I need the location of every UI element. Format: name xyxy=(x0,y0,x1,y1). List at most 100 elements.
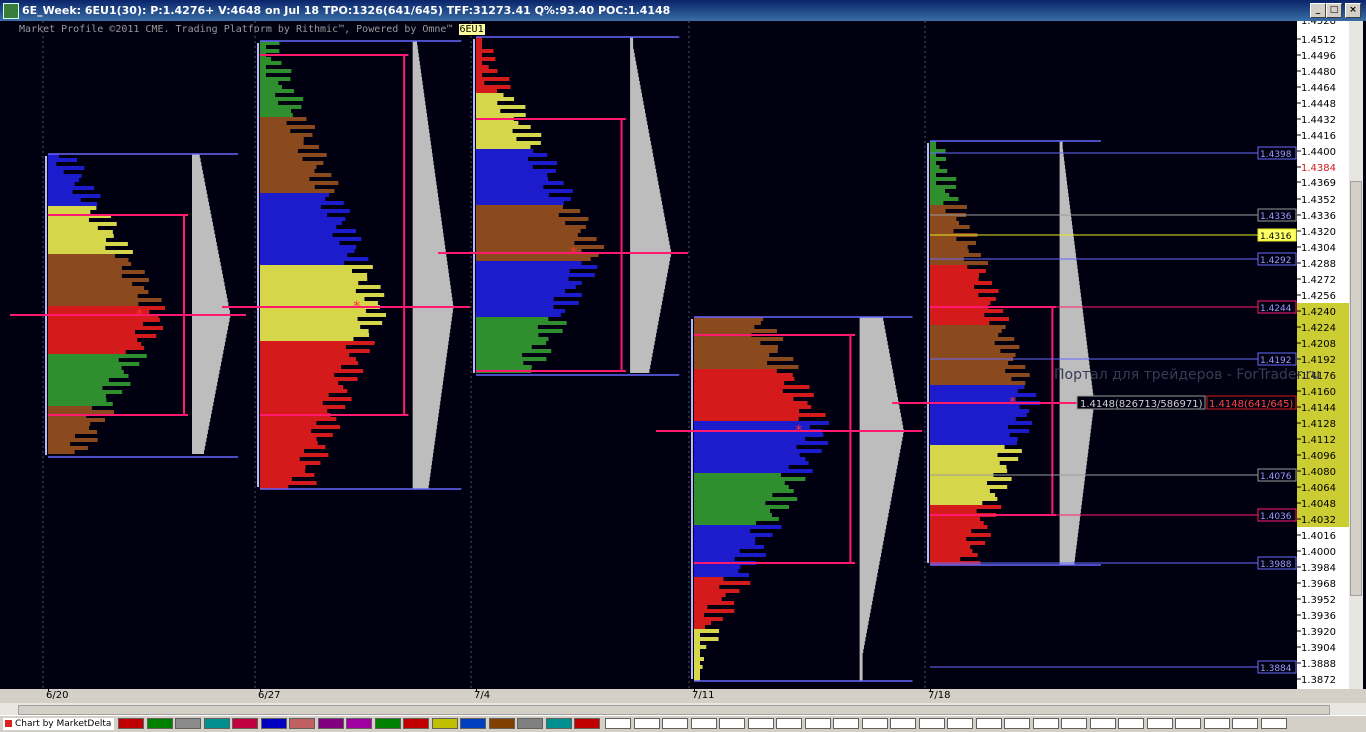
empty-swatch[interactable] xyxy=(776,718,802,729)
tpo-row xyxy=(260,441,318,445)
color-swatch[interactable] xyxy=(175,718,201,729)
volume-row xyxy=(192,246,218,250)
tpo-row xyxy=(476,145,531,149)
empty-swatch[interactable] xyxy=(605,718,631,729)
tpo-row xyxy=(930,277,979,281)
empty-swatch[interactable] xyxy=(1260,718,1287,729)
volume-row xyxy=(192,214,212,218)
color-swatch[interactable] xyxy=(431,718,458,729)
tpo-row xyxy=(476,333,539,337)
empty-swatch[interactable] xyxy=(1089,718,1116,729)
volume-row xyxy=(630,325,658,329)
tpo-row xyxy=(48,278,149,282)
tpo-row xyxy=(694,489,794,493)
color-swatch[interactable] xyxy=(574,718,600,729)
volume-row xyxy=(859,481,895,485)
color-swatch[interactable] xyxy=(317,718,344,729)
color-swatch[interactable] xyxy=(403,718,429,729)
tpo-row xyxy=(694,453,800,457)
empty-swatch[interactable] xyxy=(1118,718,1144,729)
tpo-row xyxy=(260,105,302,109)
empty-swatch[interactable] xyxy=(947,718,973,729)
color-swatch[interactable] xyxy=(374,718,401,729)
tpo-row xyxy=(260,257,369,261)
tpo-row xyxy=(260,149,298,153)
tpo-row xyxy=(694,329,777,333)
tpo-row xyxy=(694,349,778,353)
vertical-scroll-thumb[interactable] xyxy=(1350,181,1362,596)
empty-swatch[interactable] xyxy=(747,718,774,729)
empty-swatch[interactable] xyxy=(719,718,745,729)
empty-swatch[interactable] xyxy=(890,718,916,729)
color-swatch[interactable] xyxy=(118,718,144,729)
empty-swatch[interactable] xyxy=(1032,718,1059,729)
volume-row xyxy=(412,441,435,445)
volume-row xyxy=(412,157,434,161)
tpo-row xyxy=(260,341,375,345)
volume-row xyxy=(412,465,432,469)
color-swatch[interactable] xyxy=(460,718,486,729)
empty-swatch[interactable] xyxy=(1203,718,1230,729)
empty-swatch[interactable] xyxy=(1004,718,1030,729)
volume-row xyxy=(859,457,899,461)
empty-swatch[interactable] xyxy=(918,718,945,729)
tpo-row xyxy=(476,293,582,297)
empty-swatch[interactable] xyxy=(1146,718,1173,729)
tpo-row xyxy=(260,193,330,197)
volume-row xyxy=(1059,181,1068,185)
empty-swatch[interactable] xyxy=(833,718,859,729)
tpo-row xyxy=(694,549,740,553)
tpo-row xyxy=(930,337,1015,341)
tpo-row xyxy=(48,234,114,238)
volume-row xyxy=(192,438,207,442)
market-profile-chart[interactable]: 1.4512 1.4496 1.4480 1.4464 1.4448 1.4432 1.44… xyxy=(0,21,1366,689)
level-tag: 1.4244 xyxy=(1260,304,1292,314)
tpo-row xyxy=(694,465,789,469)
volume-row xyxy=(412,365,446,369)
volume-row xyxy=(192,198,209,202)
empty-swatch[interactable] xyxy=(1061,718,1087,729)
volume-row xyxy=(630,277,667,281)
horizontal-scrollbar[interactable] xyxy=(0,703,1366,715)
tpo-row xyxy=(930,505,1002,509)
color-swatch[interactable] xyxy=(346,718,372,729)
color-swatch[interactable] xyxy=(260,718,287,729)
volume-row xyxy=(412,45,418,49)
tpo-row xyxy=(476,61,482,65)
color-swatch[interactable] xyxy=(545,718,572,729)
empty-swatch[interactable] xyxy=(1175,718,1201,729)
color-swatch[interactable] xyxy=(232,718,258,729)
level-tag: 1.4336 xyxy=(1260,212,1292,222)
empty-swatch[interactable] xyxy=(690,718,717,729)
volume-row xyxy=(412,177,436,181)
volume-row xyxy=(859,385,896,389)
color-swatch[interactable] xyxy=(146,718,173,729)
volume-row xyxy=(630,257,671,261)
empty-swatch[interactable] xyxy=(975,718,1002,729)
tpo-row xyxy=(260,425,341,429)
horizontal-scroll-thumb[interactable] xyxy=(18,705,1330,715)
close-button[interactable]: × xyxy=(1345,3,1361,18)
volume-row xyxy=(859,361,892,365)
tpo-row xyxy=(260,313,387,317)
volume-row xyxy=(412,293,452,297)
volume-row xyxy=(412,421,438,425)
empty-swatch[interactable] xyxy=(633,718,660,729)
tpo-row xyxy=(694,441,829,445)
empty-swatch[interactable] xyxy=(1232,718,1258,729)
tpo-row xyxy=(260,457,300,461)
color-swatch[interactable] xyxy=(289,718,315,729)
tpo-row xyxy=(694,389,783,393)
tpo-row xyxy=(930,217,957,221)
restore-button[interactable]: □ xyxy=(1326,3,1342,18)
empty-swatch[interactable] xyxy=(861,718,888,729)
color-swatch[interactable] xyxy=(517,718,543,729)
minimize-button[interactable]: _ xyxy=(1310,3,1326,18)
color-swatch[interactable] xyxy=(488,718,515,729)
vertical-scrollbar[interactable] xyxy=(1349,21,1363,689)
empty-swatch[interactable] xyxy=(662,718,688,729)
volume-row xyxy=(1059,177,1067,181)
tpo-row xyxy=(694,417,799,421)
color-swatch[interactable] xyxy=(203,718,230,729)
empty-swatch[interactable] xyxy=(804,718,831,729)
